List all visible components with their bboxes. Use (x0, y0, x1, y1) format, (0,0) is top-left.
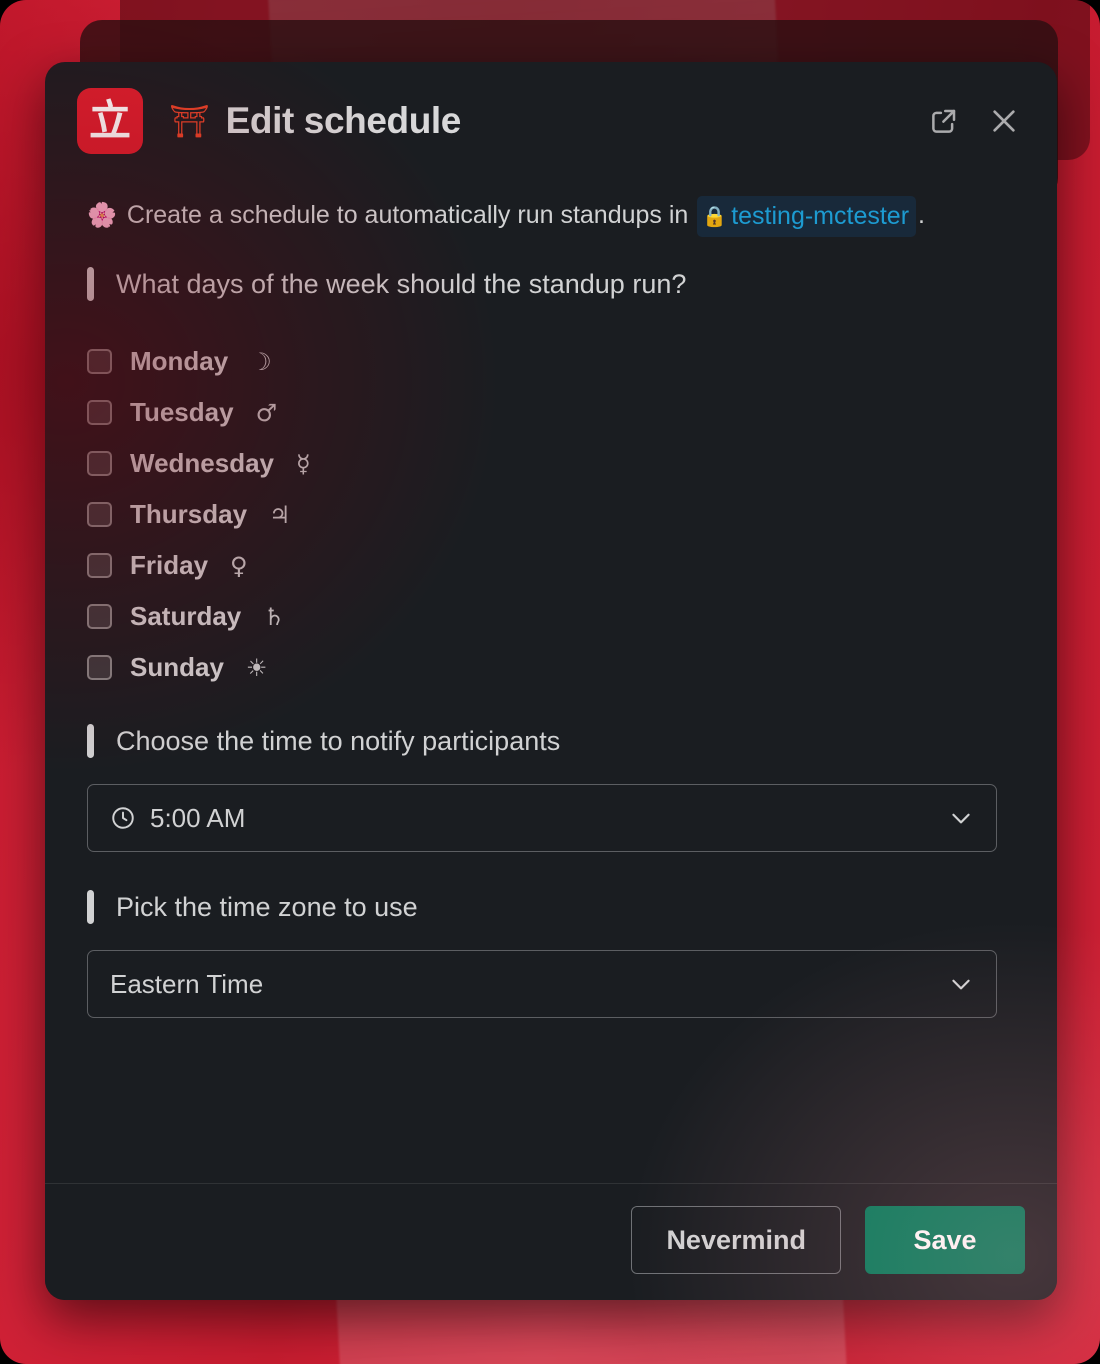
checkbox-friday[interactable] (87, 553, 112, 579)
intro-text-before: Create a schedule to automatically run s… (126, 200, 689, 229)
channel-name: testing-mctester (731, 202, 910, 230)
days-question-text: What days of the week should the standup… (116, 268, 687, 299)
intro-text-after: . (918, 200, 925, 229)
chevron-down-icon (952, 813, 970, 824)
sun-icon: ☀ (245, 653, 268, 682)
stacked-card-middle (80, 20, 1058, 200)
open-in-new-window-icon[interactable] (927, 104, 961, 138)
day-row-wednesday[interactable]: Wednesday ☿ (77, 445, 1025, 482)
standup-app-icon: 立 (77, 88, 143, 154)
day-label-thursday: Thursday (130, 499, 248, 530)
day-row-sunday[interactable]: Sunday ☀ (77, 649, 1025, 686)
time-label-text: Choose the time to notify participants (116, 725, 561, 756)
timezone-select[interactable]: Eastern Time (87, 950, 997, 1019)
day-row-monday[interactable]: Monday ☽ (77, 343, 1025, 380)
mercury-icon: ☿ (296, 449, 311, 478)
day-row-friday[interactable]: Friday ♀ (77, 547, 1025, 584)
stacked-card-back (120, 0, 1090, 160)
timezone-label-text: Pick the time zone to use (116, 891, 418, 922)
lock-icon: 🔒 (702, 203, 728, 228)
edit-schedule-modal: 立 ⛩ Edit schedule 🌸 Create a schedule to… (45, 62, 1057, 1300)
checkbox-tuesday[interactable] (87, 400, 112, 426)
days-checkbox-list: Monday ☽ Tuesday ♂ Wednesday ☿ Thursday … (77, 343, 1025, 686)
checkbox-saturday[interactable] (87, 604, 112, 630)
time-section: Choose the time to notify participants 5… (77, 724, 1025, 853)
day-label-wednesday: Wednesday (130, 448, 275, 479)
jupiter-icon: ♃ (269, 500, 291, 529)
timezone-select-value: Eastern Time (110, 968, 264, 999)
moon-icon: ☽ (250, 347, 272, 376)
checkbox-monday[interactable] (87, 349, 112, 375)
page-title: Edit schedule (225, 100, 462, 141)
day-label-tuesday: Tuesday (130, 397, 234, 428)
days-section-label: What days of the week should the standup… (87, 267, 1025, 302)
time-section-label: Choose the time to notify participants (87, 724, 1025, 759)
day-row-tuesday[interactable]: Tuesday ♂ (77, 394, 1025, 431)
day-label-sunday: Sunday (130, 652, 224, 683)
mars-icon: ♂ (255, 398, 278, 427)
time-select[interactable]: 5:00 AM (87, 784, 997, 853)
day-row-saturday[interactable]: Saturday ♄ (77, 598, 1025, 635)
day-row-thursday[interactable]: Thursday ♃ (77, 496, 1025, 533)
close-icon[interactable] (987, 104, 1021, 138)
clock-icon (110, 805, 136, 831)
timezone-section-label: Pick the time zone to use (87, 890, 1025, 925)
label-accent-bar (87, 724, 94, 759)
day-label-saturday: Saturday (130, 601, 242, 632)
saturn-icon: ♄ (263, 602, 285, 631)
torii-gate-icon: ⛩ (169, 102, 210, 140)
checkbox-sunday[interactable] (87, 655, 112, 681)
modal-header: 立 ⛩ Edit schedule (45, 62, 1057, 172)
save-button[interactable]: Save (865, 1206, 1025, 1274)
time-select-value: 5:00 AM (150, 802, 246, 833)
checkbox-wednesday[interactable] (87, 451, 112, 477)
label-accent-bar (87, 890, 94, 925)
header-actions (927, 104, 1025, 138)
cherry-blossom-icon: 🌸 (87, 200, 117, 229)
modal-title-group: ⛩ Edit schedule (169, 100, 927, 142)
chevron-down-icon (952, 979, 970, 990)
venus-icon: ♀ (230, 551, 248, 580)
modal-body: 🌸 Create a schedule to automatically run… (45, 172, 1057, 1183)
day-label-friday: Friday (130, 550, 209, 581)
day-label-monday: Monday (130, 346, 229, 377)
red-backdrop: 立 ⛩ Edit schedule 🌸 Create a schedule to… (0, 0, 1100, 1364)
intro-description: 🌸 Create a schedule to automatically run… (87, 196, 1025, 238)
app-icon-glyph: 立 (88, 96, 131, 145)
channel-mention-chip[interactable]: 🔒 testing-mctester (697, 196, 917, 238)
label-accent-bar (87, 267, 94, 302)
cancel-button[interactable]: Nevermind (631, 1206, 841, 1274)
timezone-section: Pick the time zone to use Eastern Time (77, 890, 1025, 1019)
checkbox-thursday[interactable] (87, 502, 112, 528)
modal-footer: Nevermind Save (45, 1183, 1057, 1300)
